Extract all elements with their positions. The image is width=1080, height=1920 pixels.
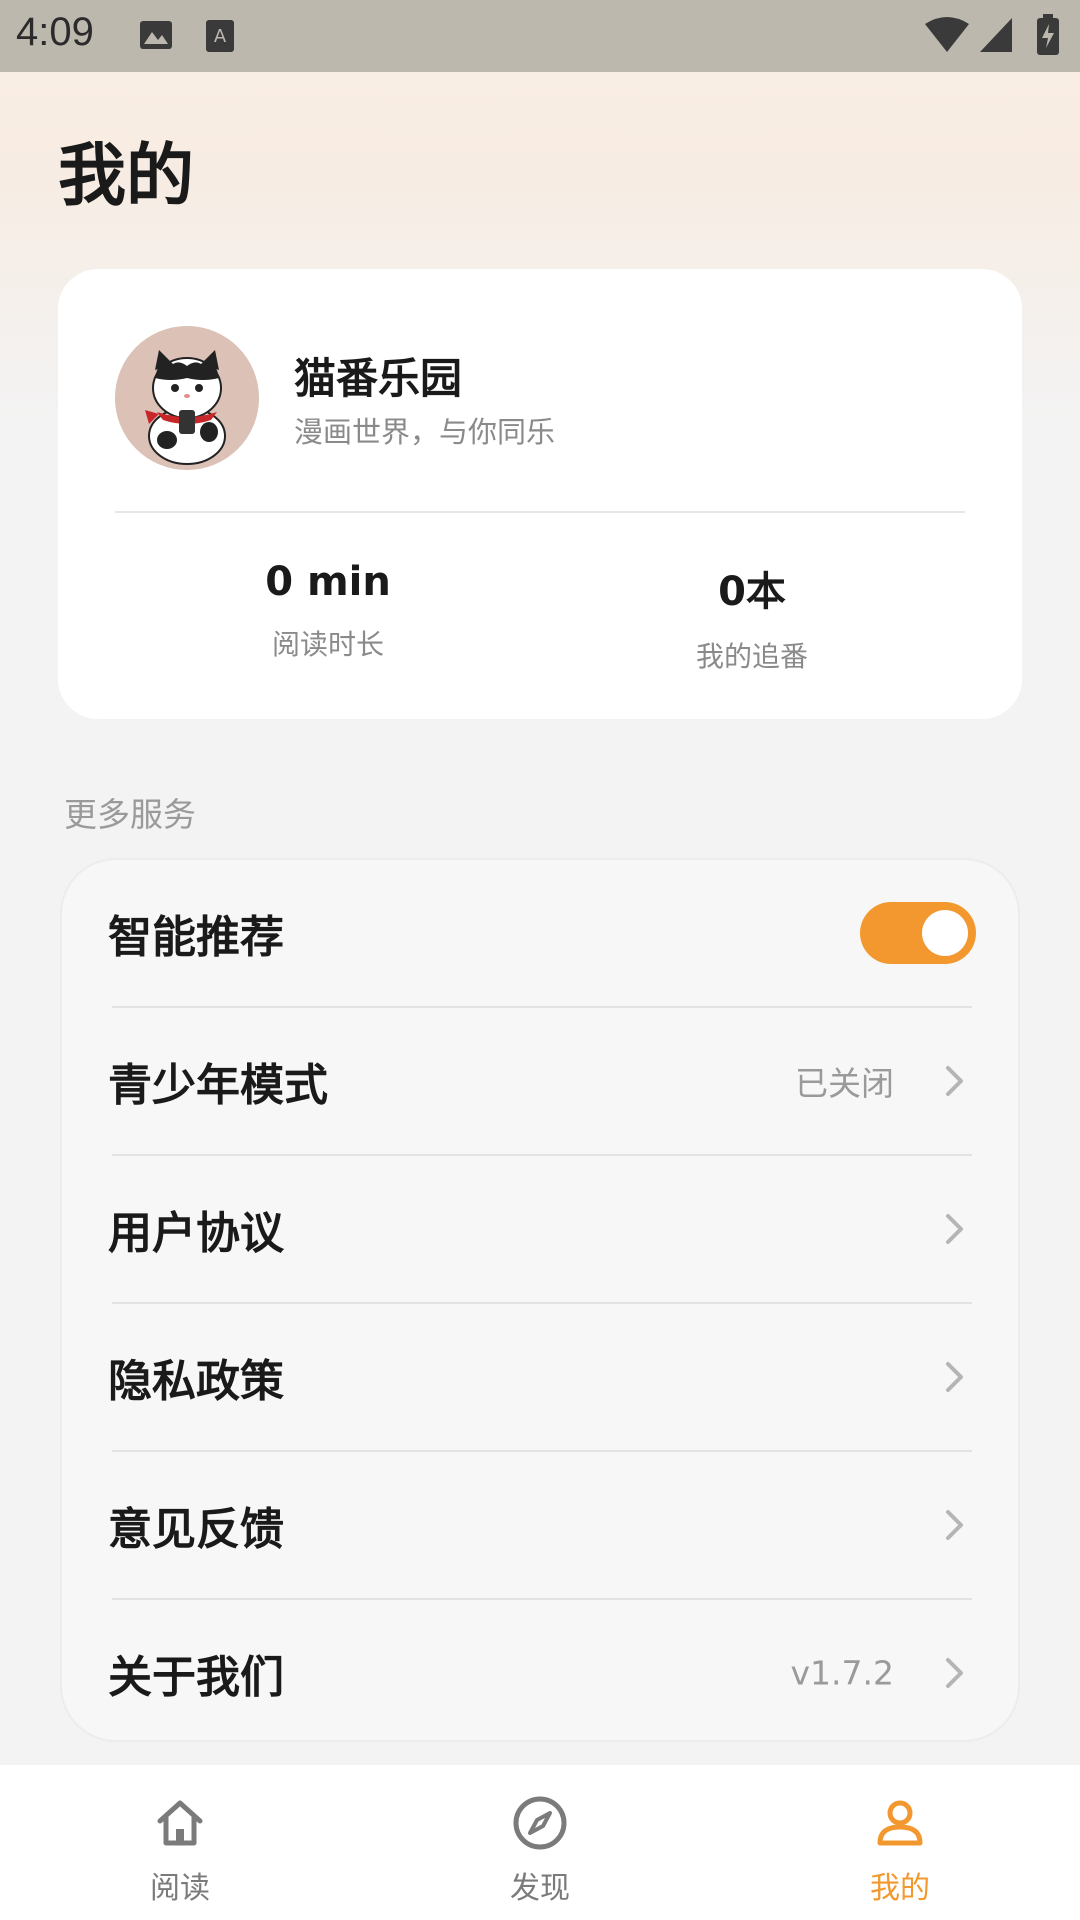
wifi-icon (925, 17, 969, 52)
reading-time-label: 阅读时长 (271, 628, 384, 661)
status-time: 4:09 (16, 10, 94, 54)
svg-text:A: A (214, 26, 227, 47)
nav-tab-label: 发现 (510, 1871, 570, 1906)
smart-recommend-toggle[interactable] (860, 902, 976, 964)
chevron-right-icon (946, 1510, 963, 1540)
nav-tab-label: 我的 (870, 1871, 930, 1906)
menu-item-label: 用户协议 (108, 1208, 284, 1259)
profile-card[interactable]: 猫番乐园 漫画世界，与你同乐 0 min 阅读时长 0本 我的追番 (58, 269, 1022, 719)
menu-item-label: 青少年模式 (108, 1060, 328, 1111)
services-menu: 智能推荐 青少年模式 已关闭 用户协议 隐私政策 意见反馈 关于我们 v1.7.… (60, 858, 1020, 1742)
profile-subtitle: 漫画世界，与你同乐 (294, 415, 556, 449)
toggle-knob (922, 910, 968, 956)
menu-item-teen-mode[interactable]: 青少年模式 已关闭 (62, 1008, 1022, 1154)
app-version: v1.7.2 (790, 1653, 895, 1693)
font-notification-icon: A (206, 20, 234, 52)
menu-item-label: 隐私政策 (108, 1356, 284, 1407)
user-icon (877, 1800, 923, 1846)
following-value: 0本 (718, 569, 786, 615)
status-bar: 4:09 A (0, 0, 1080, 72)
section-title: 更多服务 (64, 795, 196, 834)
cellular-signal-icon (980, 18, 1012, 52)
menu-item-smart-recommend: 智能推荐 (62, 860, 1022, 1006)
chevron-right-icon (946, 1214, 963, 1244)
teen-mode-status: 已关闭 (795, 1064, 894, 1103)
menu-item-privacy-policy[interactable]: 隐私政策 (62, 1304, 1022, 1450)
home-icon (157, 1800, 203, 1846)
profile-name: 猫番乐园 (294, 354, 463, 403)
cat-avatar-icon (115, 326, 259, 470)
divider (115, 511, 965, 513)
menu-item-feedback[interactable]: 意见反馈 (62, 1452, 1022, 1598)
battery-charging-icon (1037, 14, 1059, 55)
menu-item-about-us[interactable]: 关于我们 v1.7.2 (62, 1600, 1022, 1746)
chevron-right-icon (946, 1658, 963, 1688)
bottom-nav: 阅读 发现 我的 (0, 1765, 1080, 1920)
image-notification-icon (140, 21, 172, 49)
reading-time-value: 0 min (265, 559, 391, 605)
following-stat[interactable]: 0本 我的追番 (602, 559, 902, 675)
menu-item-user-agreement[interactable]: 用户协议 (62, 1156, 1022, 1302)
menu-item-label: 关于我们 (108, 1652, 284, 1703)
following-label: 我的追番 (695, 640, 808, 673)
chevron-right-icon (946, 1362, 963, 1392)
nav-tab-mine[interactable]: 我的 (800, 1765, 1000, 1920)
avatar[interactable] (115, 326, 259, 470)
nav-tab-discover[interactable]: 发现 (440, 1765, 640, 1920)
menu-item-label: 意见反馈 (108, 1504, 284, 1555)
nav-tab-label: 阅读 (150, 1871, 210, 1906)
menu-item-label: 智能推荐 (108, 912, 284, 963)
chevron-right-icon (946, 1066, 963, 1096)
reading-time-stat[interactable]: 0 min 阅读时长 (178, 559, 478, 663)
nav-tab-read[interactable]: 阅读 (80, 1765, 280, 1920)
compass-icon (513, 1796, 567, 1850)
page-title: 我的 (58, 137, 195, 216)
